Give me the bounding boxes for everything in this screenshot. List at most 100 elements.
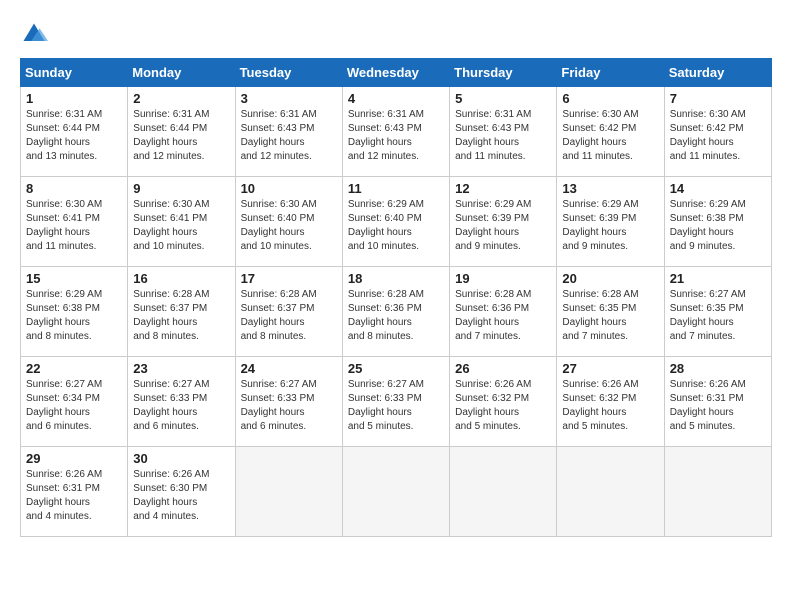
day-cell-23: 23 Sunrise: 6:27 AMSunset: 6:33 PMDaylig… xyxy=(128,357,235,447)
day-cell-4: 4 Sunrise: 6:31 AMSunset: 6:43 PMDayligh… xyxy=(342,87,449,177)
logo-icon xyxy=(20,20,48,48)
day-cell-17: 17 Sunrise: 6:28 AMSunset: 6:37 PMDaylig… xyxy=(235,267,342,357)
day-cell-20: 20 Sunrise: 6:28 AMSunset: 6:35 PMDaylig… xyxy=(557,267,664,357)
day-cell-3: 3 Sunrise: 6:31 AMSunset: 6:43 PMDayligh… xyxy=(235,87,342,177)
day-cell-9: 9 Sunrise: 6:30 AMSunset: 6:41 PMDayligh… xyxy=(128,177,235,267)
col-header-monday: Monday xyxy=(128,59,235,87)
col-header-sunday: Sunday xyxy=(21,59,128,87)
day-number: 29 xyxy=(26,451,122,466)
day-info: Sunrise: 6:31 AMSunset: 6:44 PMDaylight … xyxy=(26,109,102,162)
day-cell-19: 19 Sunrise: 6:28 AMSunset: 6:36 PMDaylig… xyxy=(450,267,557,357)
day-cell-16: 16 Sunrise: 6:28 AMSunset: 6:37 PMDaylig… xyxy=(128,267,235,357)
day-info: Sunrise: 6:26 AMSunset: 6:30 PMDaylight … xyxy=(133,469,209,522)
day-cell-11: 11 Sunrise: 6:29 AMSunset: 6:40 PMDaylig… xyxy=(342,177,449,267)
calendar-table: SundayMondayTuesdayWednesdayThursdayFrid… xyxy=(20,58,772,537)
day-number: 22 xyxy=(26,361,122,376)
empty-cell xyxy=(664,447,771,537)
day-number: 25 xyxy=(348,361,444,376)
col-header-friday: Friday xyxy=(557,59,664,87)
day-info: Sunrise: 6:26 AMSunset: 6:31 PMDaylight … xyxy=(670,379,746,432)
day-info: Sunrise: 6:31 AMSunset: 6:43 PMDaylight … xyxy=(348,109,424,162)
day-number: 21 xyxy=(670,271,766,286)
day-info: Sunrise: 6:26 AMSunset: 6:31 PMDaylight … xyxy=(26,469,102,522)
day-cell-2: 2 Sunrise: 6:31 AMSunset: 6:44 PMDayligh… xyxy=(128,87,235,177)
day-number: 20 xyxy=(562,271,658,286)
day-info: Sunrise: 6:30 AMSunset: 6:41 PMDaylight … xyxy=(133,199,209,252)
day-info: Sunrise: 6:27 AMSunset: 6:34 PMDaylight … xyxy=(26,379,102,432)
day-number: 15 xyxy=(26,271,122,286)
day-number: 28 xyxy=(670,361,766,376)
day-cell-24: 24 Sunrise: 6:27 AMSunset: 6:33 PMDaylig… xyxy=(235,357,342,447)
day-number: 27 xyxy=(562,361,658,376)
day-info: Sunrise: 6:30 AMSunset: 6:41 PMDaylight … xyxy=(26,199,102,252)
day-number: 3 xyxy=(241,91,337,106)
day-number: 16 xyxy=(133,271,229,286)
empty-cell xyxy=(450,447,557,537)
day-info: Sunrise: 6:27 AMSunset: 6:33 PMDaylight … xyxy=(133,379,209,432)
day-info: Sunrise: 6:28 AMSunset: 6:35 PMDaylight … xyxy=(562,289,638,342)
day-number: 12 xyxy=(455,181,551,196)
day-info: Sunrise: 6:29 AMSunset: 6:40 PMDaylight … xyxy=(348,199,424,252)
day-number: 1 xyxy=(26,91,122,106)
day-cell-30: 30 Sunrise: 6:26 AMSunset: 6:30 PMDaylig… xyxy=(128,447,235,537)
day-number: 6 xyxy=(562,91,658,106)
col-header-wednesday: Wednesday xyxy=(342,59,449,87)
day-info: Sunrise: 6:28 AMSunset: 6:37 PMDaylight … xyxy=(133,289,209,342)
day-info: Sunrise: 6:28 AMSunset: 6:36 PMDaylight … xyxy=(348,289,424,342)
day-number: 11 xyxy=(348,181,444,196)
day-info: Sunrise: 6:29 AMSunset: 6:38 PMDaylight … xyxy=(670,199,746,252)
day-number: 4 xyxy=(348,91,444,106)
col-header-thursday: Thursday xyxy=(450,59,557,87)
day-number: 19 xyxy=(455,271,551,286)
calendar-body: 1 Sunrise: 6:31 AMSunset: 6:44 PMDayligh… xyxy=(21,87,772,537)
day-cell-1: 1 Sunrise: 6:31 AMSunset: 6:44 PMDayligh… xyxy=(21,87,128,177)
day-number: 5 xyxy=(455,91,551,106)
page-header xyxy=(20,20,772,48)
day-info: Sunrise: 6:31 AMSunset: 6:43 PMDaylight … xyxy=(241,109,317,162)
day-info: Sunrise: 6:27 AMSunset: 6:33 PMDaylight … xyxy=(348,379,424,432)
day-cell-22: 22 Sunrise: 6:27 AMSunset: 6:34 PMDaylig… xyxy=(21,357,128,447)
day-info: Sunrise: 6:26 AMSunset: 6:32 PMDaylight … xyxy=(562,379,638,432)
day-info: Sunrise: 6:30 AMSunset: 6:42 PMDaylight … xyxy=(562,109,638,162)
day-cell-21: 21 Sunrise: 6:27 AMSunset: 6:35 PMDaylig… xyxy=(664,267,771,357)
day-info: Sunrise: 6:31 AMSunset: 6:44 PMDaylight … xyxy=(133,109,209,162)
day-cell-25: 25 Sunrise: 6:27 AMSunset: 6:33 PMDaylig… xyxy=(342,357,449,447)
col-header-tuesday: Tuesday xyxy=(235,59,342,87)
day-cell-7: 7 Sunrise: 6:30 AMSunset: 6:42 PMDayligh… xyxy=(664,87,771,177)
day-number: 17 xyxy=(241,271,337,286)
day-cell-8: 8 Sunrise: 6:30 AMSunset: 6:41 PMDayligh… xyxy=(21,177,128,267)
day-number: 24 xyxy=(241,361,337,376)
day-info: Sunrise: 6:30 AMSunset: 6:42 PMDaylight … xyxy=(670,109,746,162)
day-number: 30 xyxy=(133,451,229,466)
day-number: 13 xyxy=(562,181,658,196)
day-number: 26 xyxy=(455,361,551,376)
day-cell-18: 18 Sunrise: 6:28 AMSunset: 6:36 PMDaylig… xyxy=(342,267,449,357)
day-cell-28: 28 Sunrise: 6:26 AMSunset: 6:31 PMDaylig… xyxy=(664,357,771,447)
day-cell-12: 12 Sunrise: 6:29 AMSunset: 6:39 PMDaylig… xyxy=(450,177,557,267)
day-cell-10: 10 Sunrise: 6:30 AMSunset: 6:40 PMDaylig… xyxy=(235,177,342,267)
day-info: Sunrise: 6:27 AMSunset: 6:35 PMDaylight … xyxy=(670,289,746,342)
day-info: Sunrise: 6:28 AMSunset: 6:37 PMDaylight … xyxy=(241,289,317,342)
day-number: 10 xyxy=(241,181,337,196)
day-info: Sunrise: 6:30 AMSunset: 6:40 PMDaylight … xyxy=(241,199,317,252)
col-header-saturday: Saturday xyxy=(664,59,771,87)
day-info: Sunrise: 6:29 AMSunset: 6:39 PMDaylight … xyxy=(562,199,638,252)
day-cell-14: 14 Sunrise: 6:29 AMSunset: 6:38 PMDaylig… xyxy=(664,177,771,267)
day-cell-29: 29 Sunrise: 6:26 AMSunset: 6:31 PMDaylig… xyxy=(21,447,128,537)
day-number: 23 xyxy=(133,361,229,376)
day-info: Sunrise: 6:29 AMSunset: 6:39 PMDaylight … xyxy=(455,199,531,252)
day-cell-15: 15 Sunrise: 6:29 AMSunset: 6:38 PMDaylig… xyxy=(21,267,128,357)
day-number: 7 xyxy=(670,91,766,106)
empty-cell xyxy=(235,447,342,537)
calendar-header-row: SundayMondayTuesdayWednesdayThursdayFrid… xyxy=(21,59,772,87)
day-info: Sunrise: 6:26 AMSunset: 6:32 PMDaylight … xyxy=(455,379,531,432)
day-number: 18 xyxy=(348,271,444,286)
day-cell-6: 6 Sunrise: 6:30 AMSunset: 6:42 PMDayligh… xyxy=(557,87,664,177)
day-number: 8 xyxy=(26,181,122,196)
day-number: 14 xyxy=(670,181,766,196)
logo xyxy=(20,20,52,48)
day-cell-13: 13 Sunrise: 6:29 AMSunset: 6:39 PMDaylig… xyxy=(557,177,664,267)
day-info: Sunrise: 6:31 AMSunset: 6:43 PMDaylight … xyxy=(455,109,531,162)
day-number: 2 xyxy=(133,91,229,106)
day-number: 9 xyxy=(133,181,229,196)
